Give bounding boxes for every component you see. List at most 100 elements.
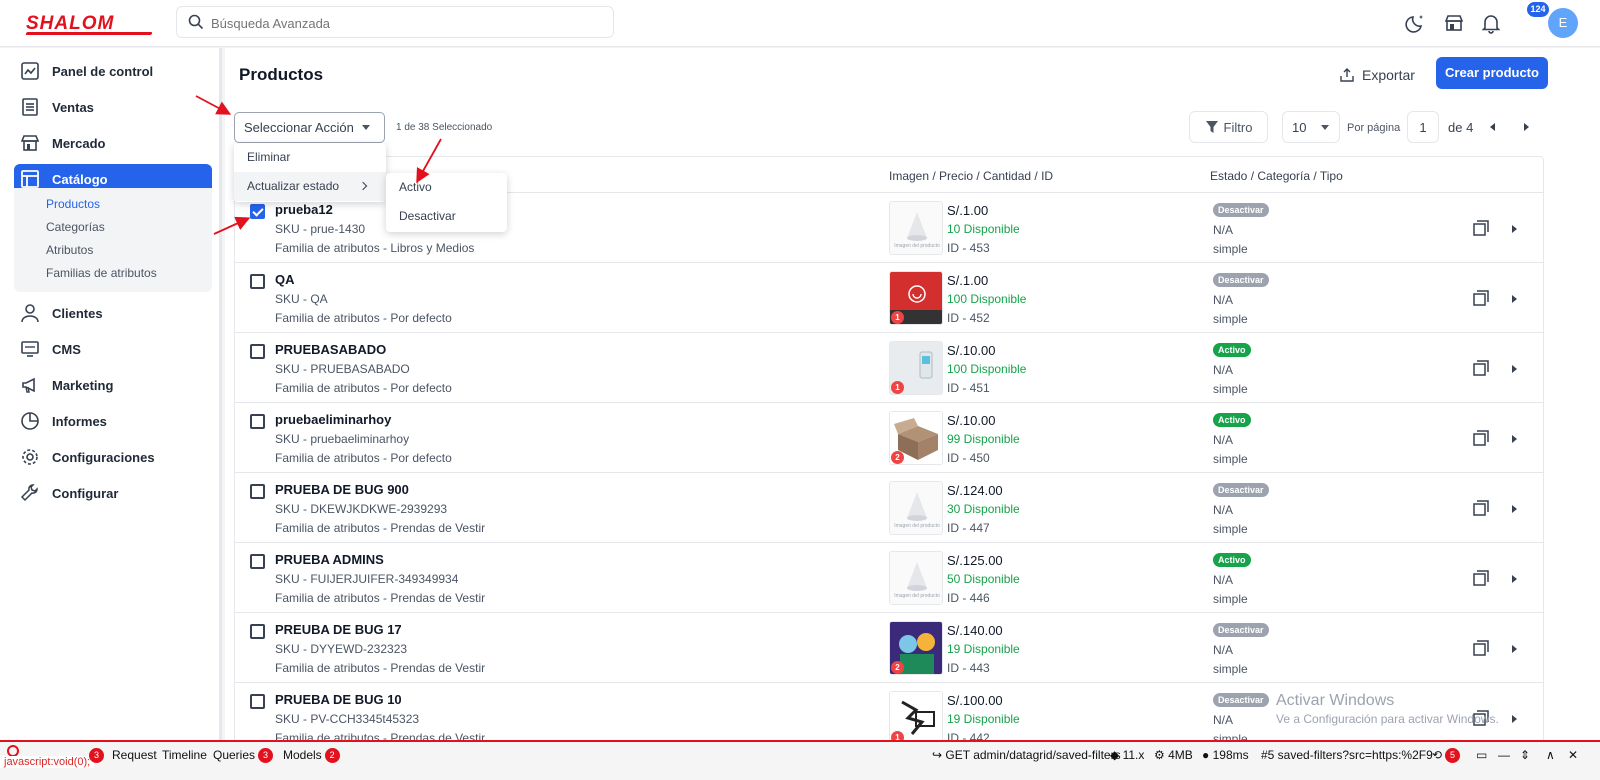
product-category: N/A [1213,223,1234,237]
product-category: N/A [1213,433,1234,447]
copy-icon[interactable] [1472,569,1490,587]
sidebar-item-marketing[interactable]: Marketing [14,370,212,400]
row-checkbox[interactable] [250,624,265,639]
debugbar-time[interactable]: ● 198ms [1202,748,1249,762]
row-checkbox[interactable] [250,694,265,709]
debugbar-tab-queries[interactable]: Queries 3 [213,748,274,763]
debugbar-history[interactable]: ⟲ 5 [1432,748,1461,763]
mass-action-label: Seleccionar Acción [244,120,354,135]
sidebar-item-cms[interactable]: CMS [14,334,212,364]
copy-icon[interactable] [1472,289,1490,307]
export-button[interactable]: Exportar [1340,62,1415,88]
row-checkbox[interactable] [250,414,265,429]
row-expand-icon[interactable] [1512,645,1517,653]
wrench-icon [20,484,38,502]
copy-icon[interactable] [1472,359,1490,377]
row-checkbox[interactable] [250,274,265,289]
chevron-up-icon[interactable]: ∧ [1546,748,1555,762]
product-thumbnail: 1 [889,271,943,325]
sidebar-item-label: Configuraciones [52,449,155,465]
product-name[interactable]: pruebaeliminarhoy [275,412,391,427]
row-expand-icon[interactable] [1512,365,1517,373]
row-expand-icon[interactable] [1512,225,1517,233]
submenu-item-active[interactable]: Activo [386,173,507,202]
debugbar-memory[interactable]: ⚙ 4MB [1154,748,1193,762]
submenu-item-deactivate[interactable]: Desactivar [386,202,507,231]
filter-label: Filtro [1223,119,1253,135]
restore-icon[interactable]: ⇕ [1520,748,1530,762]
subnav-products[interactable]: Productos [46,197,100,211]
dark-mode-icon[interactable] [1404,11,1428,35]
column-header-image[interactable]: Imagen / Precio / Cantidad / ID [889,169,1053,183]
per-page-select[interactable]: 10 [1282,111,1340,143]
copy-icon[interactable] [1472,219,1490,237]
product-name[interactable]: PRUEBA ADMINS [275,552,384,567]
row-checkbox[interactable] [250,484,265,499]
debugbar-tab-models[interactable]: Models 2 [283,748,340,763]
sales-icon [22,98,38,116]
column-header-status[interactable]: Estado / Categoría / Tipo [1210,169,1343,183]
folder-icon[interactable]: ▭ [1476,748,1487,762]
debugbar-route[interactable]: ↪ GET admin/datagrid/saved-filters [932,748,1121,762]
product-price: S/.1.00 [947,203,989,218]
next-page-icon[interactable] [1524,123,1529,131]
mass-action-select[interactable]: Seleccionar Acción [234,112,385,143]
user-avatar[interactable]: E [1548,8,1578,38]
sidebar-item-label: Catálogo [52,171,108,187]
product-name[interactable]: prueba12 [275,202,333,217]
debugbar-version[interactable]: ◆ 11.x [1110,748,1144,762]
sidebar-item-dashboard[interactable]: Panel de control [14,56,212,86]
filter-button[interactable]: Filtro [1189,111,1268,143]
sidebar-item-settings[interactable]: Configuraciones [14,442,212,472]
row-expand-icon[interactable] [1512,575,1517,583]
bell-icon[interactable] [1479,11,1503,35]
sidebar-item-label: Clientes [52,305,103,321]
copy-icon[interactable] [1472,639,1490,657]
debugbar-request-id[interactable]: #5 saved-filters?src=https:%2F9 [1261,748,1433,762]
menu-item-delete[interactable]: Eliminar [234,143,386,172]
row-checkbox[interactable] [250,554,265,569]
search-input[interactable] [211,13,601,33]
minimize-icon[interactable]: ― [1498,748,1510,762]
sidebar-item-marketplace[interactable]: Mercado [14,128,212,158]
product-name[interactable]: PRUEBA DE BUG 10 [275,692,402,707]
sidebar-item-customers[interactable]: Clientes [14,298,212,328]
row-checkbox[interactable] [250,344,265,359]
product-name[interactable]: PREUBA DE BUG 17 [275,622,402,637]
create-product-button[interactable]: Crear producto [1436,57,1548,89]
debugbar-errors[interactable]: 3 [86,748,104,763]
product-type: simple [1213,592,1248,606]
row-expand-icon[interactable] [1512,295,1517,303]
row-checkbox[interactable] [250,204,265,219]
row-expand-icon[interactable] [1512,715,1517,723]
image-count-badge: 1 [891,311,904,324]
product-price: S/.10.00 [947,343,996,358]
product-family: Familia de atributos - Por defecto [275,451,452,465]
product-name[interactable]: QA [275,272,295,287]
product-id: ID - 443 [947,661,990,675]
search-box[interactable] [176,6,614,38]
sidebar-item-configure[interactable]: Configurar [14,478,212,508]
close-icon[interactable]: ✕ [1568,748,1578,762]
row-expand-icon[interactable] [1512,505,1517,513]
prev-page-icon[interactable] [1490,123,1495,131]
copy-icon[interactable] [1472,499,1490,517]
image-count-badge: 2 [891,661,904,674]
debugbar-tab-timeline[interactable]: Timeline [162,748,207,762]
product-name[interactable]: PRUEBA DE BUG 900 [275,482,409,497]
subnav-categories[interactable]: Categorías [46,220,105,234]
sidebar-item-reports[interactable]: Informes [14,406,212,436]
page-number-input[interactable] [1407,111,1439,143]
cms-icon [21,341,39,357]
subnav-attribute-families[interactable]: Familias de atributos [46,266,157,280]
sidebar-item-sales[interactable]: Ventas [14,92,212,122]
storefront-icon[interactable] [1442,11,1466,35]
subnav-attributes[interactable]: Atributos [46,243,93,257]
product-quantity: 30 Disponible [947,502,1020,516]
status-badge: Desactivar [1213,623,1269,637]
copy-icon[interactable] [1472,429,1490,447]
debugbar-tab-request[interactable]: Request [112,748,157,762]
windows-watermark-title: Activar Windows [1276,692,1395,709]
row-expand-icon[interactable] [1512,435,1517,443]
product-name[interactable]: PRUEBASABADO [275,342,386,357]
